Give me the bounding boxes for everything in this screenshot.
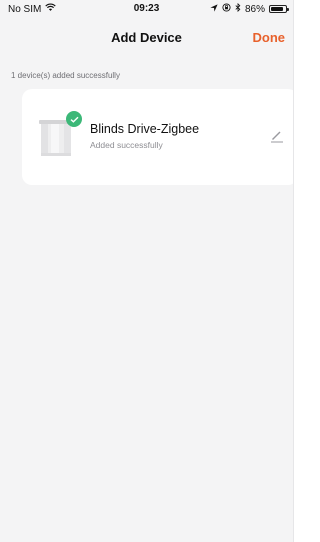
device-card[interactable]: Blinds Drive-Zigbee Added successfully	[22, 89, 293, 185]
rotation-lock-icon	[222, 3, 231, 15]
page-title: Add Device	[111, 30, 182, 45]
device-status: Added successfully	[90, 140, 163, 150]
screen: No SIM 09:23 86% Add Device Done 1 devic…	[0, 0, 294, 542]
location-icon	[210, 3, 218, 15]
battery-tip	[287, 8, 289, 11]
battery-percent: 86%	[244, 3, 265, 15]
device-name: Blinds Drive-Zigbee	[90, 122, 200, 136]
edit-icon[interactable]	[270, 129, 284, 143]
battery-icon	[269, 5, 289, 13]
status-bar: No SIM 09:23 86%	[0, 0, 293, 18]
battery-level-fill	[271, 7, 284, 11]
bluetooth-icon	[235, 2, 241, 15]
check-icon	[66, 111, 82, 127]
blinds-device-image	[39, 120, 73, 156]
added-summary-text: 1 device(s) added successfully	[11, 71, 120, 80]
status-bar-right: 86%	[210, 2, 289, 15]
navigation-bar: Add Device Done	[0, 22, 293, 52]
done-button[interactable]: Done	[253, 30, 286, 45]
